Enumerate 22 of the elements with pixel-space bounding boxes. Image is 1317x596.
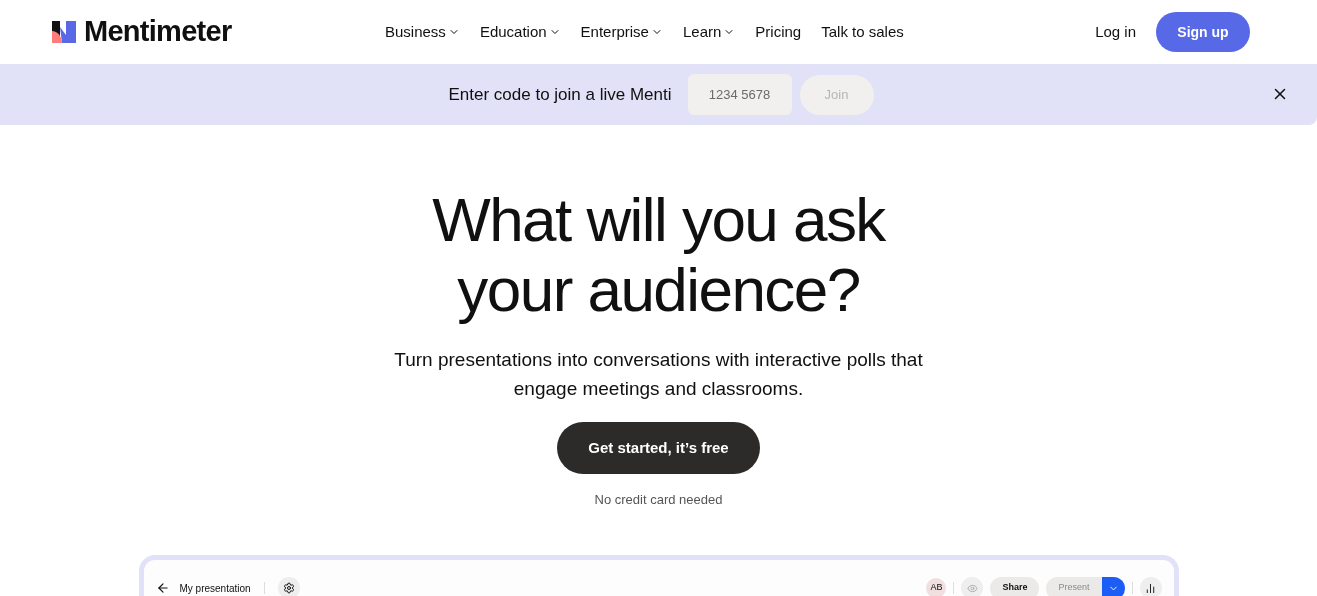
dropdown-toggle[interactable] xyxy=(1101,576,1125,596)
logo-icon xyxy=(52,21,76,43)
no-credit-card-note: No credit card needed xyxy=(594,491,723,509)
hero-subtitle: Turn presentations into conversations with interactive polls that engage meetings and classrooms. xyxy=(393,348,924,401)
nav-link[interactable]: Talk to sales xyxy=(821,20,904,44)
nav-link[interactable]: Pricing xyxy=(755,20,802,44)
nav-link[interactable]: Learn xyxy=(682,20,736,44)
get-started-button[interactable]: Get started, it’s free xyxy=(557,422,760,474)
avatar: AB xyxy=(926,578,947,596)
results-chart-icon[interactable] xyxy=(1139,577,1162,596)
nav-link[interactable]: Business xyxy=(385,20,460,44)
code-input-field[interactable]: 1234 5678 xyxy=(687,74,792,115)
presentation-title: My presentation xyxy=(179,581,251,596)
settings-icon[interactable] xyxy=(277,577,300,596)
nav-link[interactable]: Education xyxy=(479,20,561,44)
signup-button[interactable]: Sign up xyxy=(1156,12,1250,52)
banner-text: Enter code to join a live Menti xyxy=(448,83,672,106)
nav-link[interactable]: Enterprise xyxy=(580,20,663,44)
brand-name: Mentimeter xyxy=(84,14,232,50)
share-button[interactable]: Share xyxy=(990,576,1040,596)
hero-title: What will you ask your audience? xyxy=(431,185,887,325)
login-link[interactable]: Log in xyxy=(1095,20,1136,44)
